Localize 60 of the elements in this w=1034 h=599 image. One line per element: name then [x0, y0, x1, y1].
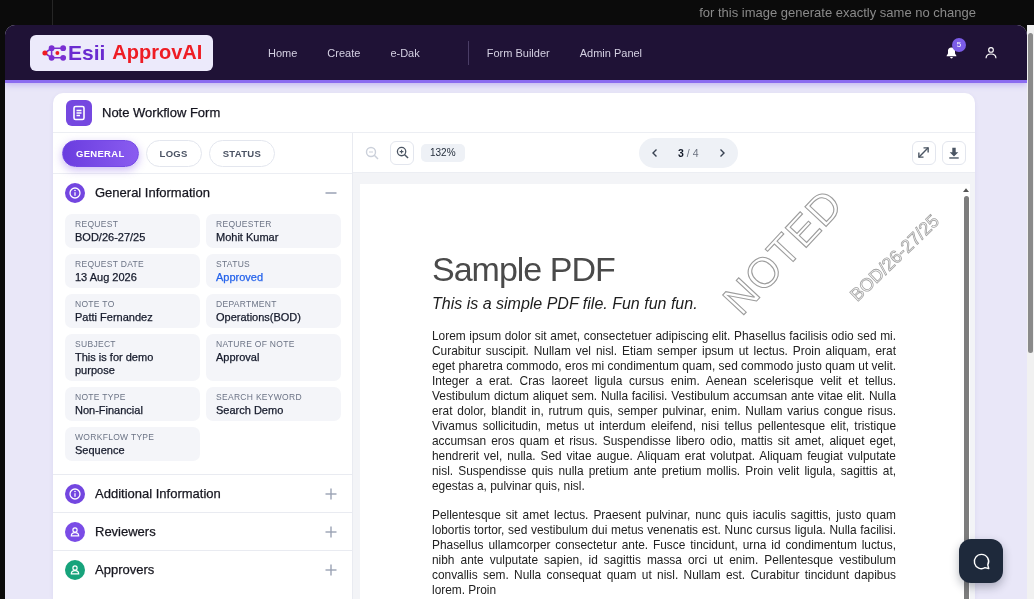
field-value: Sequence	[75, 444, 125, 457]
document-title: Sample PDF	[432, 250, 615, 288]
field-value: Approved	[216, 271, 264, 284]
document-subtitle: This is a simple PDF file. Fun fun fun.	[432, 294, 698, 314]
field-value: 13 Aug 2026	[75, 271, 137, 284]
scrollbar-thumb[interactable]	[963, 196, 969, 599]
field-label: SUBJECT	[75, 339, 116, 350]
notification-badge: 5	[952, 37, 966, 52]
scroll-up-icon[interactable]	[963, 188, 969, 192]
field-value: Search Demo	[216, 404, 284, 417]
field-label: DEPARTMENT	[216, 299, 277, 310]
zoom-level: 132%	[421, 143, 465, 162]
field-value: Mohit Kumar	[216, 231, 279, 244]
user-icon[interactable]	[984, 45, 998, 60]
tab[interactable]: STATUS	[208, 139, 276, 167]
section-title: Additional Information	[95, 486, 221, 501]
section-title: Approvers	[95, 562, 155, 577]
page-total: / 4	[686, 146, 699, 159]
field-value: Non-Financial	[75, 404, 143, 417]
tab[interactable]: LOGS	[145, 139, 202, 167]
field-label: REQUESTER	[216, 219, 272, 230]
chat-bubble-icon	[971, 551, 991, 571]
expand-arrows-icon	[917, 146, 931, 159]
section-title: Reviewers	[95, 524, 156, 539]
logo-icon	[42, 43, 67, 62]
nav-link[interactable]: Create	[327, 46, 361, 59]
download-button[interactable]	[942, 140, 966, 165]
nav-link[interactable]: Home	[268, 46, 298, 59]
field-label: REQUEST	[75, 219, 119, 230]
fullscreen-button[interactable]	[912, 140, 936, 165]
nav-link[interactable]: Admin Panel	[579, 46, 643, 59]
document-paragraph: Pellentesque sit amet lectus. Praesent pulvinar, nunc quis iaculis sagittis, justo quam lobortis tortor, sed vestibulum dui metus venenatis est. Nunc cursus ligula. Nulla facilisi. Phasellus ullamcorper consectetur ante. Fusce tincidunt, urna id condimentum luctus, nibh ante vulputate sapien, id sagittis massa orci ut enim. Pellentesque vestibulum convallis sem. Nulla consequat quam ut nisl. Nullam est. Curabitur tincidunt dapibus lorem. Proin	[432, 508, 896, 598]
section-title: General Information	[95, 185, 210, 200]
field-label: REQUEST DATE	[75, 259, 144, 270]
field-label: NOTE TYPE	[75, 392, 126, 403]
tab[interactable]: GENERAL	[62, 139, 139, 167]
field-label: NOTE TO	[75, 299, 115, 310]
form-title: Note Workflow Form	[102, 105, 221, 120]
field-value: Operations(BOD)	[216, 311, 301, 324]
field-value: BOD/26-27/25	[75, 231, 146, 244]
chat-button[interactable]	[959, 539, 1003, 583]
nav-link[interactable]: e-Dak	[390, 46, 420, 59]
field-value: Patti Fernandez	[75, 311, 153, 324]
document-icon	[66, 99, 92, 126]
field-value: Approval	[216, 351, 260, 364]
zoom-in-icon	[395, 146, 409, 159]
nav-link[interactable]: Form Builder	[486, 46, 550, 59]
backdrop-text: for this image generate exactly same no change	[699, 5, 976, 20]
scrollbar-thumb[interactable]	[1028, 33, 1033, 353]
document-paragraph: Lorem ipsum dolor sit amet, consectetuer adipiscing elit. Phasellus facilisis odio sed mi. Curabitur suscipit. Nullam vel nisl. Etiam semper ipsum ut lectus. Proin aliquam, erat eget pharetra commodo, eros mi condimentum quam, sed commodo justo quam ut velit. Integer a erat. Cras laoreet ligula cursus enim. Aenean scelerisque velit et tellus. Vestibulum dictum aliquet sem. Nulla facilisi. Vestibulum accumsan ante vitae elit. Nulla erat dolor, blandit in, rutrum quis, semper pulvinar, enim. Nullam varius congue risus. Vivamus sollicitudin, metus ut interdum eleifend, nisi tellus pellentesque elit, tristique accumsan eros quam et risus. Suspendisse libero odio, mattis sit amet, aliquet eget, hendrerit vel, nulla. Sed vitae augue. Aliquam erat volutpat. Aliquam feugiat vulputate nisl. Suspendisse quis nulla pretium ante pretium mollis. Proin velit ligula, sagittis at, egestas a, pulvinar quis, nisl.	[432, 329, 896, 494]
zoom-in-button[interactable]	[390, 140, 414, 165]
download-icon	[948, 146, 960, 159]
page-number: 3	[678, 146, 684, 159]
field-value: This is for demo purpose	[75, 351, 155, 377]
logo-name-text: ApprovAI	[112, 41, 203, 64]
field-label: STATUS	[216, 259, 251, 270]
field-label: SEARCH KEYWORD	[216, 392, 302, 403]
field-label: WORKFLOW TYPE	[75, 432, 155, 443]
field-label: NATURE OF NOTE	[216, 339, 295, 350]
logo-mark-text: Esii	[68, 40, 106, 65]
